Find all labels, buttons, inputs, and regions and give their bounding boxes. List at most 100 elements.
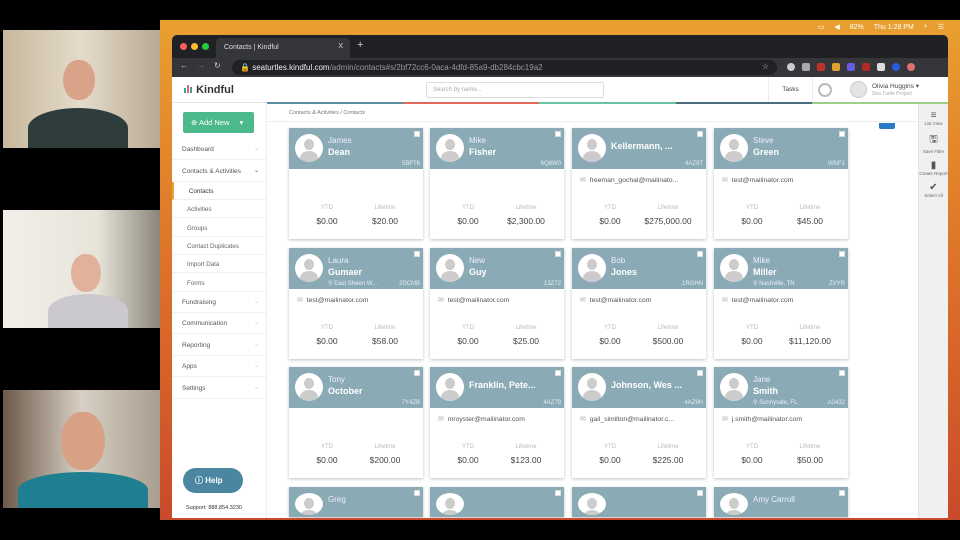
select-checkbox[interactable] bbox=[839, 131, 845, 137]
new-tab-button[interactable]: + bbox=[357, 39, 363, 51]
contact-name[interactable]: Johnson, Wes ... bbox=[611, 380, 682, 390]
email[interactable]: ✉ freeman_gochal@mailinato... bbox=[580, 176, 678, 184]
sidebar-item-dashboard[interactable]: Dashboard ⌄ bbox=[172, 139, 267, 160]
last-name[interactable]: Green bbox=[753, 147, 779, 157]
email[interactable]: ✉ test@mailinator.com bbox=[580, 296, 651, 304]
puzzle-icon[interactable] bbox=[877, 63, 885, 71]
last-name[interactable]: Miller bbox=[753, 267, 777, 277]
select-checkbox[interactable] bbox=[555, 370, 561, 376]
contact-card[interactable] bbox=[430, 487, 564, 517]
close-window-button[interactable] bbox=[180, 43, 187, 50]
search-input[interactable]: Search by name... bbox=[426, 82, 604, 98]
extension-icon[interactable] bbox=[862, 63, 870, 71]
first-name[interactable]: Bob bbox=[611, 256, 625, 265]
contact-card[interactable]: Franklin, Pete... 4AZ79 ✉ mroyster@mailinat… bbox=[430, 367, 564, 478]
first-name[interactable]: Mike bbox=[469, 136, 486, 145]
maximize-window-button[interactable] bbox=[202, 43, 209, 50]
minimize-window-button[interactable] bbox=[191, 43, 198, 50]
first-name[interactable]: Greg bbox=[328, 495, 346, 504]
email[interactable]: ✉ gail_similton@mailinator.c... bbox=[580, 415, 674, 423]
browser-tab[interactable]: Contacts | Kindful X bbox=[216, 38, 350, 58]
last-name[interactable]: Guy bbox=[469, 267, 487, 277]
profile-icon[interactable] bbox=[892, 63, 900, 71]
clock[interactable]: Thu 1:28 PM bbox=[874, 24, 914, 31]
contact-card[interactable]: Mike Fisher 6Q8W0 YTD Lifetime $0.00 $2,300.00 bbox=[430, 128, 564, 239]
tasks-button[interactable]: Tasks bbox=[768, 77, 813, 103]
sidebar-item-apps[interactable]: Apps ⌄ bbox=[172, 356, 267, 378]
email[interactable]: ✉ mroyster@mailinator.com bbox=[438, 415, 525, 423]
sidebar-item-contact-duplicates[interactable]: Contact Duplicates bbox=[172, 237, 267, 255]
contact-card[interactable]: New Guy 13Z72 ✉ test@mailinator.com YTD Lifeti… bbox=[430, 248, 564, 359]
select-checkbox[interactable] bbox=[555, 131, 561, 137]
menu-list-icon[interactable]: ☰ bbox=[938, 23, 944, 31]
select-checkbox[interactable] bbox=[839, 370, 845, 376]
last-name[interactable]: October bbox=[328, 386, 363, 396]
tool-create-report[interactable]: ▮ Create Report bbox=[919, 160, 948, 176]
select-checkbox[interactable] bbox=[697, 251, 703, 257]
sidebar-item-contacts-activities[interactable]: Contacts & Activities ⌄ bbox=[172, 161, 267, 182]
first-name[interactable]: Tony bbox=[328, 375, 345, 384]
select-checkbox[interactable] bbox=[697, 131, 703, 137]
contact-card[interactable]: Tony October 7Y4ZB YTD Lifetime $0.00 $200.00 bbox=[289, 367, 423, 478]
select-checkbox[interactable] bbox=[414, 131, 420, 137]
close-tab-icon[interactable]: X bbox=[338, 43, 343, 50]
tool-list-view[interactable]: ≡ List View bbox=[919, 110, 948, 126]
extension-icon[interactable] bbox=[832, 63, 840, 71]
tool-save-filter[interactable]: 🖫 Save Filter bbox=[919, 132, 948, 154]
select-checkbox[interactable] bbox=[697, 490, 703, 496]
add-new-button[interactable]: ⊕ Add New ▾ bbox=[183, 112, 254, 133]
kindful-logo[interactable]: Kindful bbox=[184, 84, 234, 96]
adblock-icon[interactable] bbox=[817, 63, 825, 71]
sidebar-item-forms[interactable]: Forms bbox=[172, 274, 267, 292]
notifications-icon[interactable] bbox=[818, 83, 832, 97]
first-name[interactable]: Mike bbox=[753, 256, 770, 265]
select-checkbox[interactable] bbox=[697, 370, 703, 376]
contact-card[interactable]: Amy Carroll bbox=[714, 487, 848, 517]
battery-status[interactable]: 82% bbox=[850, 24, 864, 31]
contact-card[interactable]: Mike Miller ZVYR ⚲ Nashville, TN ✉ test@maili… bbox=[714, 248, 848, 359]
forward-icon[interactable]: → bbox=[197, 61, 205, 70]
breadcrumb[interactable]: Contacts & Activities / Contacts bbox=[267, 104, 918, 122]
sidebar-item-communication[interactable]: Communication ⌄ bbox=[172, 313, 267, 335]
first-name[interactable]: James bbox=[328, 136, 352, 145]
email[interactable]: ✉ j.smith@mailinator.com bbox=[722, 415, 802, 423]
last-name[interactable]: Fisher bbox=[469, 147, 496, 157]
last-name[interactable]: Gumaer bbox=[328, 267, 362, 277]
first-name[interactable]: Laura bbox=[328, 256, 348, 265]
select-checkbox[interactable] bbox=[839, 490, 845, 496]
last-name[interactable]: Jones bbox=[611, 267, 637, 277]
filter-button[interactable] bbox=[879, 123, 895, 129]
contact-card[interactable]: Johnson, Wes ... 4AZ9H ✉ gail_similton@mail… bbox=[572, 367, 706, 478]
sidebar-item-activities[interactable]: Activities bbox=[172, 200, 267, 219]
email[interactable]: ✉ test@mailinator.com bbox=[297, 296, 368, 304]
contact-name[interactable]: Kellermann, ... bbox=[611, 141, 673, 151]
first-name[interactable]: Jane bbox=[753, 375, 770, 384]
sidebar-item-import-data[interactable]: Import Data bbox=[172, 255, 267, 274]
reload-icon[interactable]: ↻ bbox=[214, 61, 221, 70]
extension-icon[interactable] bbox=[907, 63, 915, 71]
last-name[interactable]: Smith bbox=[753, 386, 778, 396]
tool-select-all[interactable]: ✔ Select All bbox=[919, 182, 948, 198]
select-checkbox[interactable] bbox=[839, 251, 845, 257]
contact-card[interactable]: Kellermann, ... 4AZ9T ✉ freeman_gochal@mail… bbox=[572, 128, 706, 239]
sidebar-item-contacts[interactable]: Contacts bbox=[172, 182, 267, 200]
email[interactable]: ✉ test@mailinator.com bbox=[438, 296, 509, 304]
extension-icon[interactable] bbox=[847, 63, 855, 71]
sidebar-item-reporting[interactable]: Reporting ⌄ bbox=[172, 335, 267, 356]
contact-card[interactable]: Steve Green WNF1 ✉ test@mailinator.com YTD Lif… bbox=[714, 128, 848, 239]
bookmark-star-icon[interactable]: ☆ bbox=[762, 62, 769, 71]
back-icon[interactable]: ← bbox=[180, 61, 188, 70]
first-name[interactable]: New bbox=[469, 256, 485, 265]
volume-icon[interactable]: ◀ bbox=[834, 23, 839, 31]
select-checkbox[interactable] bbox=[414, 251, 420, 257]
contact-card[interactable]: Laura Gumaer 2DCMB ⚲ East Sheen W... ✉ test@m… bbox=[289, 248, 423, 359]
help-button[interactable]: ⓘ Help bbox=[183, 468, 243, 493]
contact-card[interactable]: James Dean 5BFT6 YTD Lifetime $0.00 $20.00 bbox=[289, 128, 423, 239]
contact-card[interactable]: Jane Smith A3432 ⚲ Sunnyvale, FL ✉ j.smith@ma… bbox=[714, 367, 848, 478]
select-checkbox[interactable] bbox=[555, 490, 561, 496]
select-checkbox[interactable] bbox=[414, 490, 420, 496]
last-name[interactable]: Dean bbox=[328, 147, 350, 157]
sidebar-item-fundraising[interactable]: Fundraising ⌄ bbox=[172, 292, 267, 313]
spotlight-icon[interactable]: ⌕ bbox=[924, 23, 928, 31]
sidebar-item-groups[interactable]: Groups bbox=[172, 219, 267, 237]
